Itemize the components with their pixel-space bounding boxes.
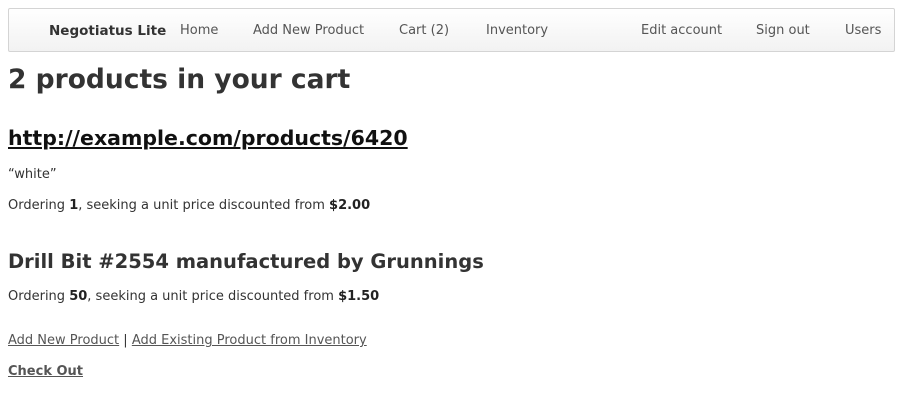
- nav-sign-out[interactable]: Sign out: [756, 9, 810, 53]
- page-title: 2 products in your cart: [8, 64, 351, 95]
- nav-cart[interactable]: Cart (2): [399, 9, 449, 53]
- checkout-row: Check Out: [8, 364, 83, 379]
- order-price: $1.50: [338, 289, 380, 304]
- order-price: $2.00: [329, 198, 371, 213]
- nav-inventory[interactable]: Inventory: [486, 9, 548, 53]
- checkout-link[interactable]: Check Out: [8, 364, 83, 379]
- product-note: “white”: [8, 167, 57, 182]
- nav-edit-account[interactable]: Edit account: [641, 9, 722, 53]
- product-title: Drill Bit #2554 manufactured by Grunning…: [8, 250, 484, 273]
- product-order-line: Ordering 50, seeking a unit price discou…: [8, 289, 379, 304]
- actions-separator: |: [123, 333, 128, 348]
- nav-home[interactable]: Home: [180, 9, 218, 53]
- cart-actions: Add New Product | Add Existing Product f…: [8, 333, 367, 348]
- product-link[interactable]: http://example.com/products/6420: [8, 126, 408, 150]
- add-new-product-link[interactable]: Add New Product: [8, 333, 119, 348]
- order-quantity: 50: [69, 289, 88, 304]
- order-middle: , seeking a unit price discounted from: [78, 198, 330, 213]
- nav-add-new-product[interactable]: Add New Product: [253, 9, 364, 53]
- order-middle: , seeking a unit price discounted from: [87, 289, 339, 304]
- product-order-line: Ordering 1, seeking a unit price discoun…: [8, 198, 370, 213]
- add-existing-product-link[interactable]: Add Existing Product from Inventory: [132, 333, 367, 348]
- brand-logo[interactable]: Negotiatus Lite: [49, 9, 166, 53]
- order-prefix: Ordering: [8, 198, 70, 213]
- navbar: Negotiatus Lite Home Add New Product Car…: [8, 8, 895, 52]
- order-prefix: Ordering: [8, 289, 70, 304]
- nav-users[interactable]: Users: [845, 9, 881, 53]
- order-quantity: 1: [69, 198, 79, 213]
